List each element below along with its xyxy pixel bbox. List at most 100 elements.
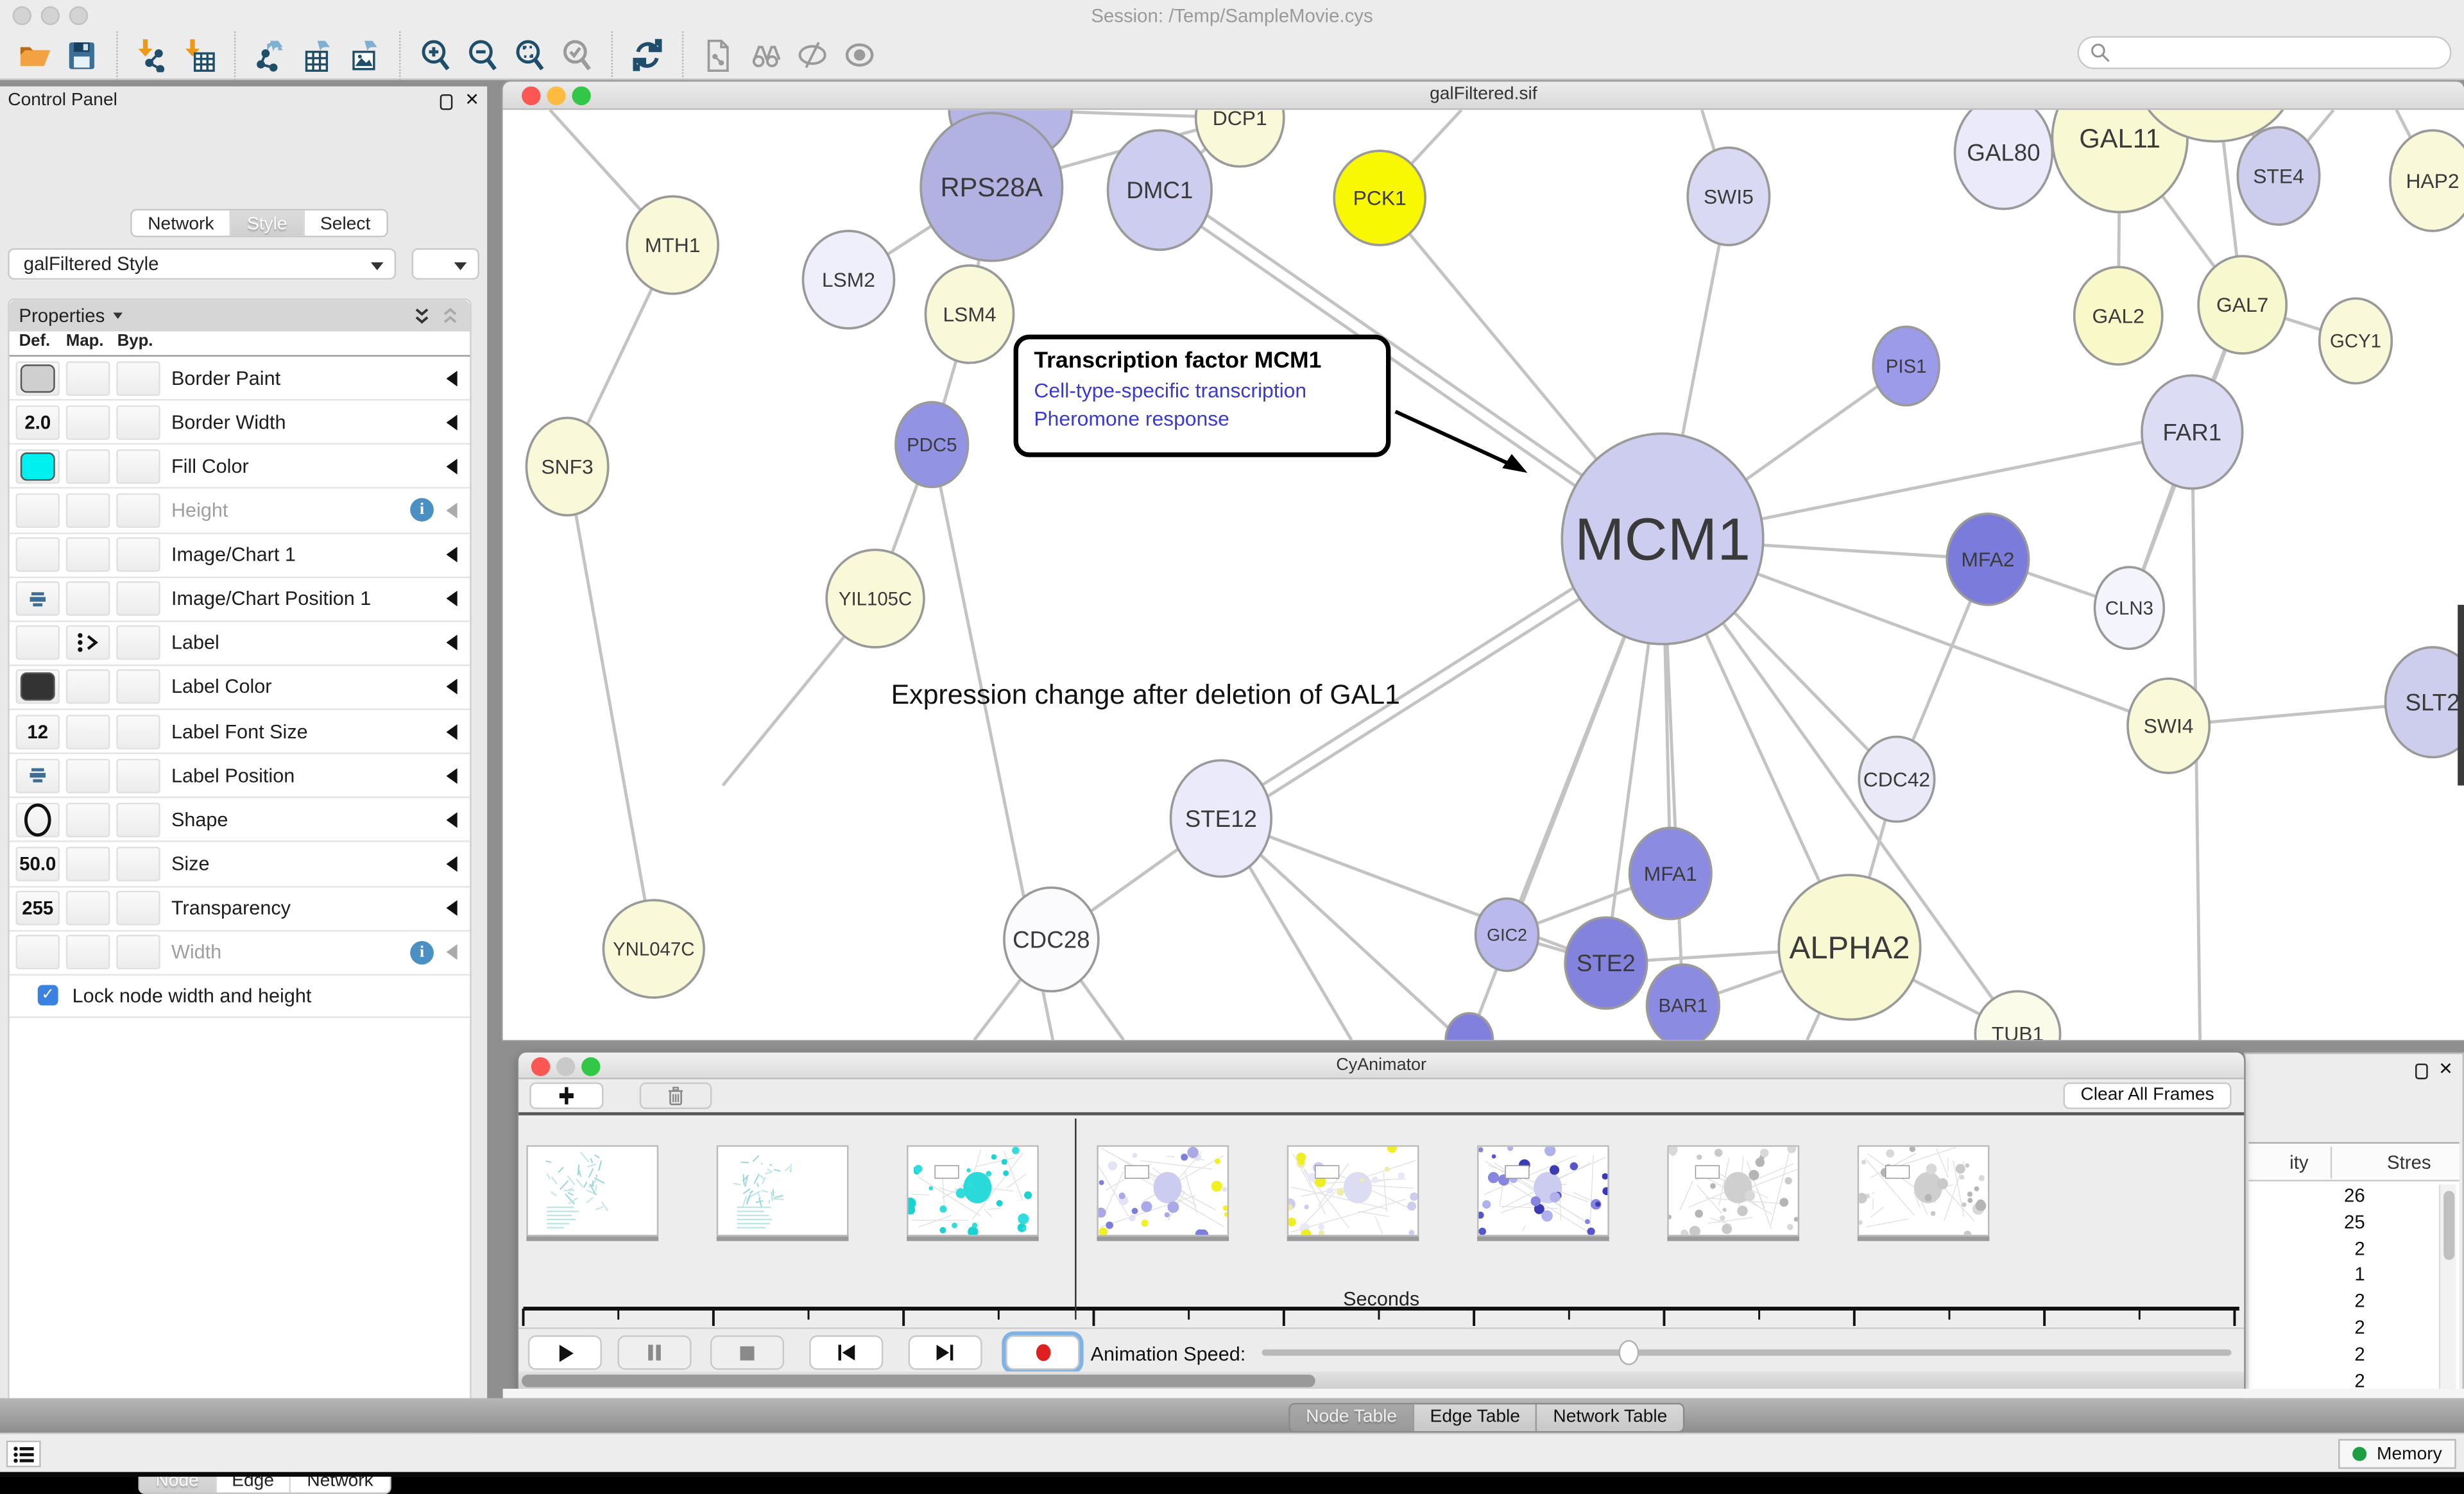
default-value-cell[interactable] — [15, 538, 60, 572]
property-row-width[interactable]: Widthi — [10, 931, 470, 975]
close-panel-icon[interactable]: ✕ — [2438, 1059, 2453, 1080]
play-button[interactable] — [528, 1336, 602, 1370]
expand-row-icon[interactable] — [447, 768, 458, 783]
network-edge[interactable] — [1221, 819, 1606, 963]
import-network-button[interactable] — [129, 35, 176, 76]
bypass-cell[interactable] — [116, 449, 160, 484]
table-column-header[interactable]: ity — [2289, 1151, 2308, 1173]
delete-frame-button[interactable] — [640, 1082, 712, 1109]
property-row-transparency[interactable]: 255Transparency — [10, 887, 470, 931]
default-value-cell[interactable] — [15, 935, 60, 970]
memory-button[interactable]: Memory — [2339, 1439, 2456, 1469]
slider-thumb[interactable] — [1620, 1340, 1640, 1365]
table-cell[interactable]: 1 — [2248, 1264, 2365, 1290]
bypass-cell[interactable] — [116, 582, 160, 616]
animation-speed-slider[interactable] — [1262, 1350, 2232, 1356]
expand-row-icon[interactable] — [447, 503, 458, 518]
table-cell[interactable]: 25 — [2248, 1211, 2365, 1237]
default-value-cell[interactable] — [15, 802, 60, 837]
skip-to-end-button[interactable] — [909, 1336, 982, 1370]
bypass-cell[interactable] — [116, 714, 160, 749]
default-value-cell[interactable] — [15, 625, 60, 660]
tab-network[interactable]: Network — [132, 210, 232, 235]
mapping-cell[interactable] — [66, 670, 110, 704]
default-value-cell[interactable] — [15, 582, 60, 616]
close-panel-icon[interactable]: ✕ — [465, 90, 479, 110]
bypass-cell[interactable] — [116, 361, 160, 395]
mapping-cell[interactable] — [66, 582, 110, 616]
default-value-cell[interactable] — [15, 493, 60, 528]
dock-tab-network-table[interactable]: Network Table — [1537, 1404, 1683, 1431]
mapping-cell[interactable] — [66, 361, 110, 395]
bypass-cell[interactable] — [116, 625, 160, 660]
property-row-image-chart-1[interactable]: Image/Chart 1 — [10, 533, 470, 577]
zoom-selected-button[interactable] — [553, 35, 600, 76]
default-value-cell[interactable] — [15, 670, 60, 704]
search-input[interactable] — [2078, 36, 2452, 69]
expand-row-icon[interactable] — [447, 856, 458, 872]
mapping-cell[interactable] — [66, 891, 110, 926]
expand-row-icon[interactable] — [447, 635, 458, 650]
expand-row-icon[interactable] — [447, 812, 458, 828]
property-row-height[interactable]: Heighti — [10, 489, 470, 534]
mapping-cell[interactable] — [66, 449, 110, 484]
tab-style[interactable]: Style — [231, 210, 304, 235]
property-row-shape[interactable]: Shape — [10, 799, 470, 843]
style-options-button[interactable] — [412, 248, 479, 280]
pause-button[interactable] — [617, 1336, 691, 1370]
expand-row-icon[interactable] — [447, 724, 458, 739]
collapse-all-icon[interactable] — [440, 305, 461, 326]
task-history-button[interactable] — [6, 1441, 41, 1468]
skip-to-start-button[interactable] — [809, 1336, 883, 1370]
property-row-label-position[interactable]: Label Position — [10, 754, 470, 799]
cyanimator-titlebar[interactable]: CyAnimator — [518, 1053, 2244, 1080]
bypass-cell[interactable] — [116, 493, 160, 528]
default-value-cell[interactable] — [15, 758, 60, 793]
bypass-cell[interactable] — [116, 538, 160, 572]
expand-row-icon[interactable] — [447, 591, 458, 606]
bypass-cell[interactable] — [116, 670, 160, 704]
export-network-button[interactable] — [246, 35, 293, 76]
bypass-cell[interactable] — [116, 891, 160, 926]
annotation-link[interactable]: Cell-type-specific transcription — [1034, 378, 1370, 402]
export-table-button[interactable] — [294, 35, 341, 76]
mapping-cell[interactable] — [66, 714, 110, 749]
add-frame-button[interactable] — [529, 1082, 603, 1109]
mapping-cell[interactable] — [66, 935, 110, 970]
mapping-cell[interactable] — [66, 758, 110, 793]
default-value-cell[interactable]: 50.0 — [15, 847, 60, 881]
property-row-fill-color[interactable]: Fill Color — [10, 445, 470, 489]
float-panel-icon[interactable] — [440, 94, 453, 110]
bypass-cell[interactable] — [116, 935, 160, 970]
property-row-label-color[interactable]: Label Color — [10, 666, 470, 710]
default-value-cell[interactable]: 12 — [15, 714, 60, 749]
table-cell[interactable]: 2 — [2248, 1316, 2365, 1343]
network-window-titlebar[interactable]: galFiltered.sif — [503, 81, 2464, 110]
network-node-purp[interactable] — [1446, 1014, 1493, 1040]
network-edge[interactable] — [567, 466, 654, 949]
table-cell[interactable]: 2 — [2248, 1343, 2365, 1369]
zoom-fit-button[interactable] — [506, 35, 553, 76]
expand-row-icon[interactable] — [447, 459, 458, 474]
table-cell[interactable]: 26 — [2248, 1185, 2365, 1211]
annotation-link[interactable]: Pheromone response — [1034, 407, 1370, 430]
expand-row-icon[interactable] — [447, 414, 458, 430]
expand-row-icon[interactable] — [447, 944, 458, 960]
style-selector[interactable]: galFiltered Style — [8, 248, 396, 280]
dock-tab-edge-table[interactable]: Edge Table — [1414, 1404, 1537, 1431]
bypass-cell[interactable] — [116, 847, 160, 881]
tab-select[interactable]: Select — [305, 210, 386, 235]
network-doc-button[interactable] — [694, 35, 741, 76]
checkbox-checked-icon[interactable]: ✓ — [38, 985, 58, 1006]
expand-row-icon[interactable] — [447, 900, 458, 915]
float-panel-icon[interactable] — [2415, 1064, 2428, 1079]
table-column-header[interactable]: Stres — [2387, 1151, 2431, 1173]
property-row-border-width[interactable]: 2.0Border Width — [10, 401, 470, 445]
expand-row-icon[interactable] — [447, 370, 458, 386]
default-value-cell[interactable]: 2.0 — [15, 405, 60, 439]
property-row-image-chart-position-1[interactable]: Image/Chart Position 1 — [10, 577, 470, 622]
dock-tab-node-table[interactable]: Node Table — [1290, 1404, 1414, 1431]
mapping-cell[interactable] — [66, 847, 110, 881]
mapping-cell[interactable] — [66, 802, 110, 837]
find-button[interactable] — [742, 35, 789, 76]
